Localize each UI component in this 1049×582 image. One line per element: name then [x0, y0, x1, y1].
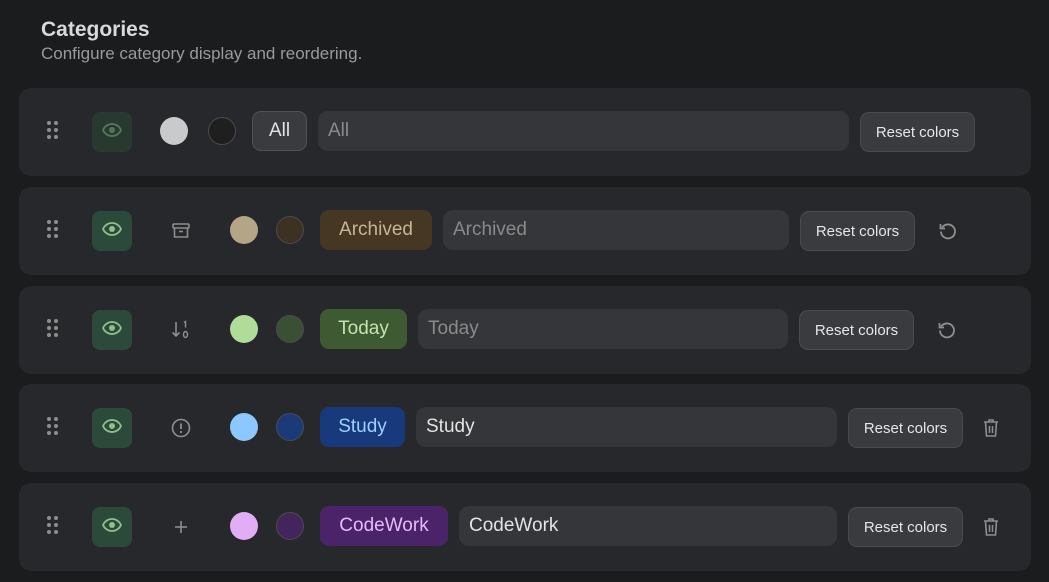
- text-color-swatch[interactable]: [230, 315, 258, 343]
- categories-settings-page: Categories Configure category display an…: [0, 0, 1049, 582]
- reset-colors-button[interactable]: Reset colors: [800, 211, 915, 251]
- alert-circle-icon: [168, 415, 194, 441]
- drag-handle-icon[interactable]: [44, 217, 62, 241]
- section-header: Categories Configure category display an…: [41, 16, 362, 64]
- visibility-toggle-all[interactable]: [92, 112, 132, 152]
- category-name-input[interactable]: [318, 111, 849, 151]
- visibility-toggle-archived[interactable]: [92, 211, 132, 251]
- category-name-input[interactable]: [416, 407, 837, 447]
- category-row-archived: Archived Reset colors: [19, 187, 1031, 275]
- category-chip-preview: Today: [320, 309, 407, 349]
- category-chip-preview: CodeWork: [320, 506, 448, 546]
- trash-icon[interactable]: [978, 514, 1004, 540]
- category-chip-preview: All: [252, 111, 307, 151]
- eye-icon: [102, 122, 122, 142]
- background-color-swatch[interactable]: [208, 117, 236, 145]
- background-color-swatch[interactable]: [276, 512, 304, 540]
- reset-colors-button[interactable]: Reset colors: [799, 310, 914, 350]
- reset-colors-button[interactable]: Reset colors: [860, 112, 975, 152]
- drag-handle-icon[interactable]: [44, 316, 62, 340]
- eye-icon: [102, 320, 122, 340]
- visibility-toggle-today[interactable]: [92, 310, 132, 350]
- archive-icon: [168, 218, 194, 244]
- drag-handle-icon[interactable]: [44, 118, 62, 142]
- reset-colors-button[interactable]: Reset colors: [848, 507, 963, 547]
- category-name-input[interactable]: [443, 210, 789, 250]
- section-subtitle: Configure category display and reorderin…: [41, 44, 363, 63]
- text-color-swatch[interactable]: [160, 117, 188, 145]
- background-color-swatch[interactable]: [276, 315, 304, 343]
- visibility-toggle-study[interactable]: [92, 408, 132, 448]
- eye-icon: [102, 517, 122, 537]
- category-chip-preview: Archived: [320, 210, 432, 250]
- category-row-all: All Reset colors: [19, 88, 1031, 176]
- sort-numeric-icon: [168, 317, 194, 343]
- background-color-swatch[interactable]: [276, 413, 304, 441]
- category-chip-preview: Study: [320, 407, 405, 447]
- category-name-input[interactable]: [459, 506, 837, 546]
- restore-icon[interactable]: [934, 317, 960, 343]
- text-color-swatch[interactable]: [230, 216, 258, 244]
- text-color-swatch[interactable]: [230, 413, 258, 441]
- eye-icon: [102, 418, 122, 438]
- category-row-today: Today Reset colors: [19, 286, 1031, 374]
- category-row-codework: CodeWork Reset colors: [19, 483, 1031, 571]
- background-color-swatch[interactable]: [276, 216, 304, 244]
- drag-handle-icon[interactable]: [44, 414, 62, 438]
- reset-colors-button[interactable]: Reset colors: [848, 408, 963, 448]
- eye-icon: [102, 221, 122, 241]
- category-name-input[interactable]: [418, 309, 788, 349]
- drag-handle-icon[interactable]: [44, 513, 62, 537]
- plus-icon: [168, 514, 194, 540]
- restore-icon[interactable]: [935, 218, 961, 244]
- category-row-study: Study Reset colors: [19, 384, 1031, 472]
- text-color-swatch[interactable]: [230, 512, 258, 540]
- section-title: Categories: [41, 18, 150, 41]
- visibility-toggle-codework[interactable]: [92, 507, 132, 547]
- trash-icon[interactable]: [978, 415, 1004, 441]
